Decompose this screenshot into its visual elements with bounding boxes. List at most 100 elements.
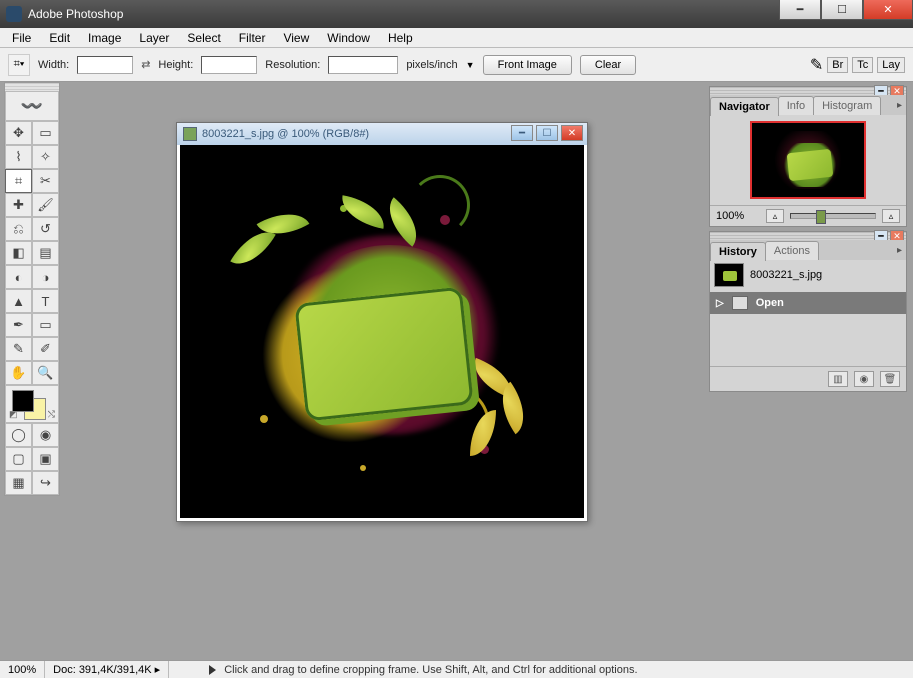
magic-wand-tool[interactable]: ✧ [32,145,59,169]
move-tool[interactable]: ✥ [5,121,32,145]
menu-help[interactable]: Help [380,29,421,47]
history-brush-tool[interactable]: ↺ [32,217,59,241]
dodge-tool[interactable]: ◑ [32,265,59,289]
healing-brush-tool[interactable]: ✚ [5,193,32,217]
menu-bar: File Edit Image Layer Select Filter View… [0,28,913,48]
window-maximize-button[interactable]: ☐ [821,0,863,20]
status-zoom[interactable]: 100% [0,661,45,678]
panel-grip[interactable]: ━ ✕ [710,87,906,95]
history-step-label: Open [756,297,784,309]
resolution-label: Resolution: [265,59,320,71]
screen-mode-full-menus[interactable]: ▣ [32,447,59,471]
panel-grip[interactable]: ━ ✕ [710,232,906,240]
type-tool[interactable]: T [32,289,59,313]
zoom-slider[interactable] [790,213,876,219]
hand-tool[interactable]: ✋ [5,361,32,385]
zoom-in-button[interactable]: ▵ [882,209,900,223]
color-swatch[interactable]: ◩⤭ [5,385,59,423]
palette-well-brushes[interactable]: Br [827,57,848,73]
menu-select[interactable]: Select [179,29,228,47]
toolbox-header-icon: 〰️ [5,91,59,121]
document-icon [183,127,197,141]
history-thumbnail [714,263,744,287]
eraser-tool[interactable]: ◧ [5,241,32,265]
width-label: Width: [38,59,69,71]
lasso-tool[interactable]: ⌇ [5,145,32,169]
menu-view[interactable]: View [275,29,317,47]
document-window[interactable]: 8003221_s.jpg @ 100% (RGB/8#) ━ ☐ ✕ [176,122,588,522]
tab-histogram[interactable]: Histogram [813,96,881,115]
history-source-name: 8003221_s.jpg [750,269,822,281]
crop-width-input[interactable] [77,56,133,74]
crop-resolution-input[interactable] [328,56,398,74]
panel-menu-button[interactable]: ▸ [897,100,902,111]
artwork-card [294,287,473,422]
screen-mode-standard[interactable]: ▢ [5,447,32,471]
swap-dimensions-button[interactable]: ⇄ [141,58,150,71]
jump-to-imageready[interactable]: ↪ [32,471,59,495]
history-step-open[interactable]: ▷ Open [710,292,906,314]
path-select-tool[interactable]: ▲ [5,289,32,313]
clear-button[interactable]: Clear [580,55,636,75]
blur-tool[interactable]: ◐ [5,265,32,289]
resolution-units[interactable]: pixels/inch [406,59,457,71]
clone-stamp-tool[interactable]: ⎌ [5,217,32,241]
history-snapshot-row[interactable]: 8003221_s.jpg [710,260,906,290]
palette-well-layers[interactable]: Lay [877,57,905,73]
status-docsize[interactable]: Doc: 391,4K/391,4K ▸ [45,661,169,678]
open-step-icon [732,296,748,310]
zoom-slider-thumb[interactable] [816,210,826,224]
menu-filter[interactable]: Filter [231,29,274,47]
doc-minimize-button[interactable]: ━ [511,125,533,141]
palette-well-toolpresets[interactable]: Tc [852,57,873,73]
tab-navigator[interactable]: Navigator [710,97,779,116]
status-hint: Click and drag to define cropping frame.… [209,664,637,676]
window-minimize-button[interactable]: ━ [779,0,821,20]
panel-menu-button[interactable]: ▸ [897,245,902,256]
menu-image[interactable]: Image [80,29,129,47]
zoom-out-button[interactable]: ▵ [766,209,784,223]
tab-history[interactable]: History [710,242,766,261]
quickmask-mode-button[interactable]: ◉ [32,423,59,447]
eyedropper-tool[interactable]: ✐ [32,337,59,361]
navigator-zoom-value[interactable]: 100% [716,210,760,222]
pen-tool[interactable]: ✒ [5,313,32,337]
toolbox-grip[interactable] [5,83,59,91]
history-panel[interactable]: ━ ✕ History Actions ▸ 8003221_s.jpg ▷ Op… [709,231,907,392]
notes-tool[interactable]: ✎ [5,337,32,361]
tab-info[interactable]: Info [778,96,814,115]
window-close-button[interactable]: ✕ [863,0,913,20]
brush-tool[interactable]: 🖌 [32,193,59,217]
new-document-from-state-button[interactable]: ▥ [828,371,848,387]
app-title: Adobe Photoshop [28,7,123,21]
screen-mode-full[interactable]: ▦ [5,471,32,495]
standard-mode-button[interactable]: ◯ [5,423,32,447]
menu-window[interactable]: Window [319,29,378,47]
delete-state-button[interactable]: 🗑 [880,371,900,387]
shape-tool[interactable]: ▭ [32,313,59,337]
document-titlebar[interactable]: 8003221_s.jpg @ 100% (RGB/8#) ━ ☐ ✕ [177,123,587,145]
canvas[interactable] [180,145,584,518]
menu-file[interactable]: File [4,29,39,47]
rect-marquee-tool[interactable]: ▭ [32,121,59,145]
crop-tool[interactable]: ⌗ [5,169,32,193]
new-snapshot-button[interactable]: ◉ [854,371,874,387]
tab-actions[interactable]: Actions [765,241,819,260]
gradient-tool[interactable]: ▤ [32,241,59,265]
crop-tool-preset-icon[interactable]: ⌗▾ [8,54,30,76]
menu-edit[interactable]: Edit [41,29,78,47]
brush-preset-icon[interactable]: ✎ [810,55,823,75]
doc-maximize-button[interactable]: ☐ [536,125,558,141]
zoom-tool[interactable]: 🔍 [32,361,59,385]
front-image-button[interactable]: Front Image [483,55,572,75]
foreground-color[interactable] [12,390,34,412]
swap-colors-icon[interactable]: ⤭ [48,409,55,420]
menu-layer[interactable]: Layer [131,29,177,47]
toolbox-panel[interactable]: 〰️ ✥▭⌇✧⌗✂✚🖌⎌↺◧▤◐◑▲T✒▭✎✐✋🔍 ◩⤭ ◯ ◉ ▢ ▣ ▦ ↪ [4,82,60,496]
slice-tool[interactable]: ✂ [32,169,59,193]
crop-height-input[interactable] [201,56,257,74]
navigator-panel[interactable]: ━ ✕ Navigator Info Histogram ▸ 100% ▵ [709,86,907,227]
navigator-thumbnail[interactable] [750,121,866,199]
history-brush-source-icon[interactable]: ▷ [716,298,724,309]
doc-close-button[interactable]: ✕ [561,125,583,141]
